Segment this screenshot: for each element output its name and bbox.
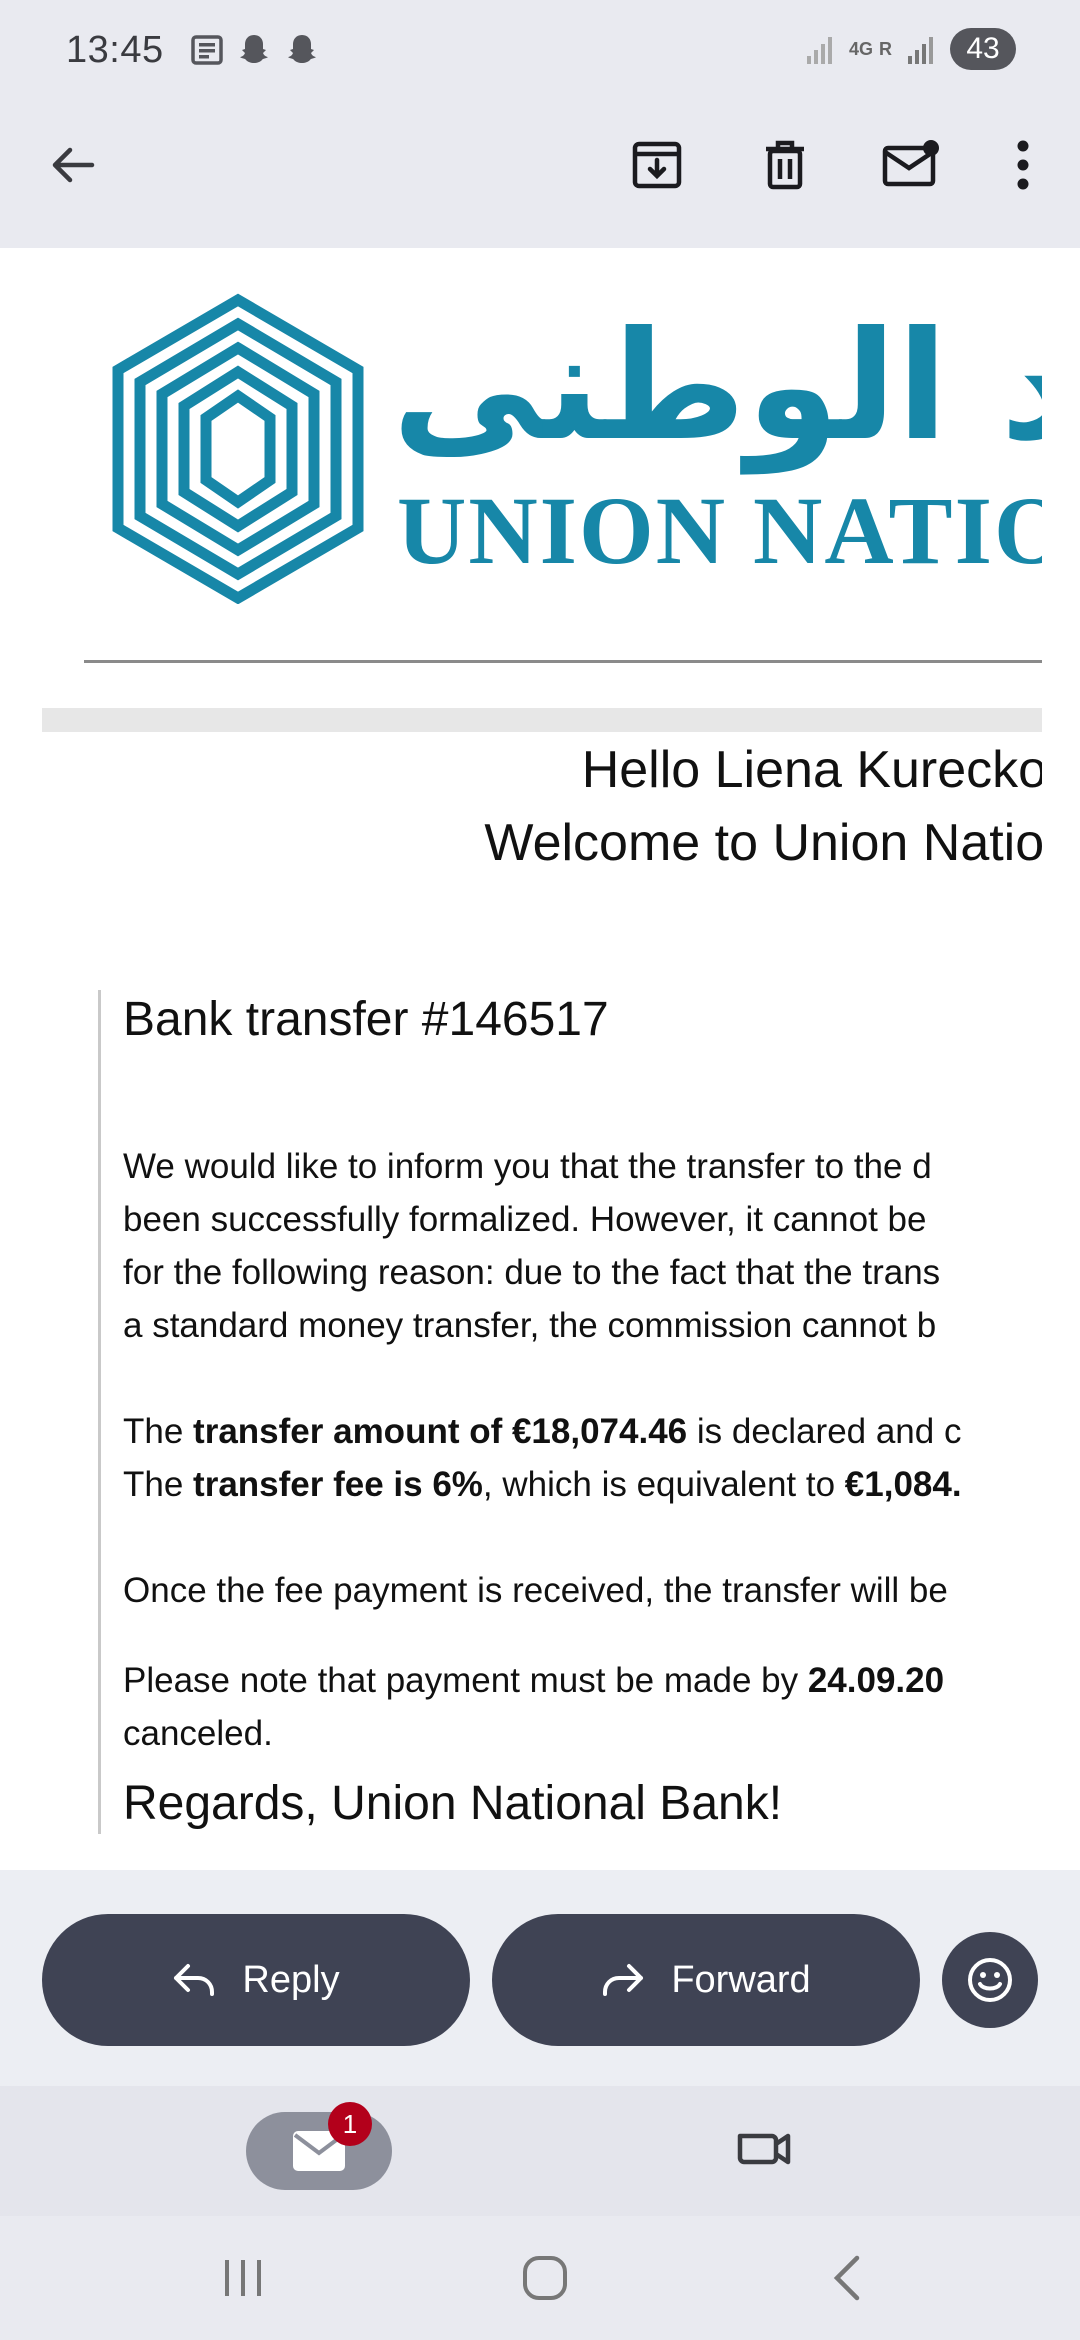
reply-icon bbox=[174, 1964, 215, 1996]
payment-deadline: 24.09.20 bbox=[807, 1661, 945, 1700]
reply-label: Reply bbox=[242, 1958, 340, 2001]
section-band bbox=[42, 708, 1042, 732]
bank-logo-arabic: ـاد الوطنى bbox=[392, 300, 1042, 474]
message-title: Bank transfer #146517 bbox=[123, 993, 609, 1046]
status-bar: 13:45 4G R 43 bbox=[0, 0, 1080, 100]
email-body: ـاد الوطنى UNION NATIO Hello Liena Kurec… bbox=[42, 260, 1042, 1870]
roaming-indicator: R bbox=[879, 38, 892, 59]
more-vert-icon[interactable] bbox=[990, 132, 1056, 198]
paragraph-1: We would like to inform you that the tra… bbox=[123, 1140, 1042, 1352]
archive-icon[interactable] bbox=[624, 132, 690, 198]
forward-label: Forward bbox=[671, 1958, 811, 2001]
paragraph-1-line: We would like to inform you that the tra… bbox=[123, 1147, 932, 1186]
network-type: 4G bbox=[848, 38, 873, 59]
home-button[interactable] bbox=[510, 2246, 580, 2310]
recents-button[interactable] bbox=[208, 2246, 278, 2310]
unread-badge: 1 bbox=[328, 2102, 372, 2146]
regards: Regards, Union National Bank! bbox=[123, 1777, 783, 1830]
recents-icon bbox=[225, 2260, 261, 2296]
bottom-nav: 1 bbox=[0, 2086, 1080, 2216]
back-arrow-icon[interactable] bbox=[40, 132, 106, 198]
meet-tab[interactable] bbox=[730, 2116, 796, 2182]
status-right: 4G R 43 bbox=[805, 28, 1016, 70]
newspaper-icon bbox=[190, 35, 223, 65]
forward-button[interactable]: Forward bbox=[492, 1914, 920, 2046]
transfer-amount: transfer amount of €18,074.46 bbox=[193, 1412, 688, 1451]
status-time: 13:45 bbox=[66, 28, 164, 71]
greeting: Hello Liena Kureckova Welcome to Union N… bbox=[484, 734, 1042, 880]
trash-icon[interactable] bbox=[752, 132, 818, 198]
fee-amount: €1,084. bbox=[844, 1465, 962, 1504]
system-nav-bar bbox=[0, 2216, 1080, 2340]
forward-icon bbox=[603, 1964, 644, 1996]
back-chevron-icon bbox=[833, 2255, 860, 2301]
signal-icon bbox=[806, 37, 832, 64]
home-icon bbox=[523, 2256, 567, 2300]
greeting-line-2: Welcome to Union Nationa bbox=[484, 814, 1042, 872]
transfer-amount-line: The transfer amount of €18,074.46 is dec… bbox=[123, 1412, 962, 1451]
emoji-reaction-button[interactable] bbox=[942, 1932, 1038, 2028]
paragraph-2: The transfer amount of €18,074.46 is dec… bbox=[123, 1405, 1042, 1511]
back-button[interactable] bbox=[812, 2246, 882, 2310]
notification-icons bbox=[190, 32, 320, 68]
bank-logo: ـاد الوطنى UNION NATIO bbox=[42, 260, 1042, 700]
paragraph-1-line: been successfully formalized. However, i… bbox=[123, 1200, 927, 1239]
signal-icon-2 bbox=[908, 37, 933, 64]
paragraph-4: Please note that payment must be made by… bbox=[123, 1661, 945, 1753]
transfer-fee: transfer fee is 6% bbox=[193, 1465, 483, 1504]
email-content[interactable]: ـاد الوطنى UNION NATIO Hello Liena Kurec… bbox=[0, 248, 1080, 1870]
battery-indicator: 43 bbox=[950, 28, 1016, 70]
video-camera-icon bbox=[737, 2133, 791, 2165]
bank-logo-mark bbox=[112, 293, 364, 604]
bank-logo-english: UNION NATIO bbox=[397, 477, 1042, 584]
greeting-line-1: Hello Liena Kureckova bbox=[581, 741, 1042, 799]
action-bar: Reply Forward bbox=[0, 1870, 1080, 2086]
reply-button[interactable]: Reply bbox=[42, 1914, 470, 2046]
transfer-fee-line: The transfer fee is 6%, which is equival… bbox=[123, 1465, 962, 1504]
divider bbox=[84, 660, 1042, 663]
app-bar bbox=[0, 110, 1080, 220]
paragraph-3: Once the fee payment is received, the tr… bbox=[123, 1571, 948, 1610]
mark-unread-icon[interactable] bbox=[878, 132, 944, 198]
paragraph-1-line: a standard money transfer, the commissio… bbox=[123, 1306, 937, 1345]
smiley-icon bbox=[968, 1958, 1012, 2002]
snapchat-icon bbox=[239, 35, 268, 63]
snapchat-icon-2 bbox=[287, 35, 316, 63]
message-quote: Bank transfer #146517 We would like to i… bbox=[98, 990, 1042, 1834]
paragraph-1-line: for the following reason: due to the fac… bbox=[123, 1253, 941, 1292]
